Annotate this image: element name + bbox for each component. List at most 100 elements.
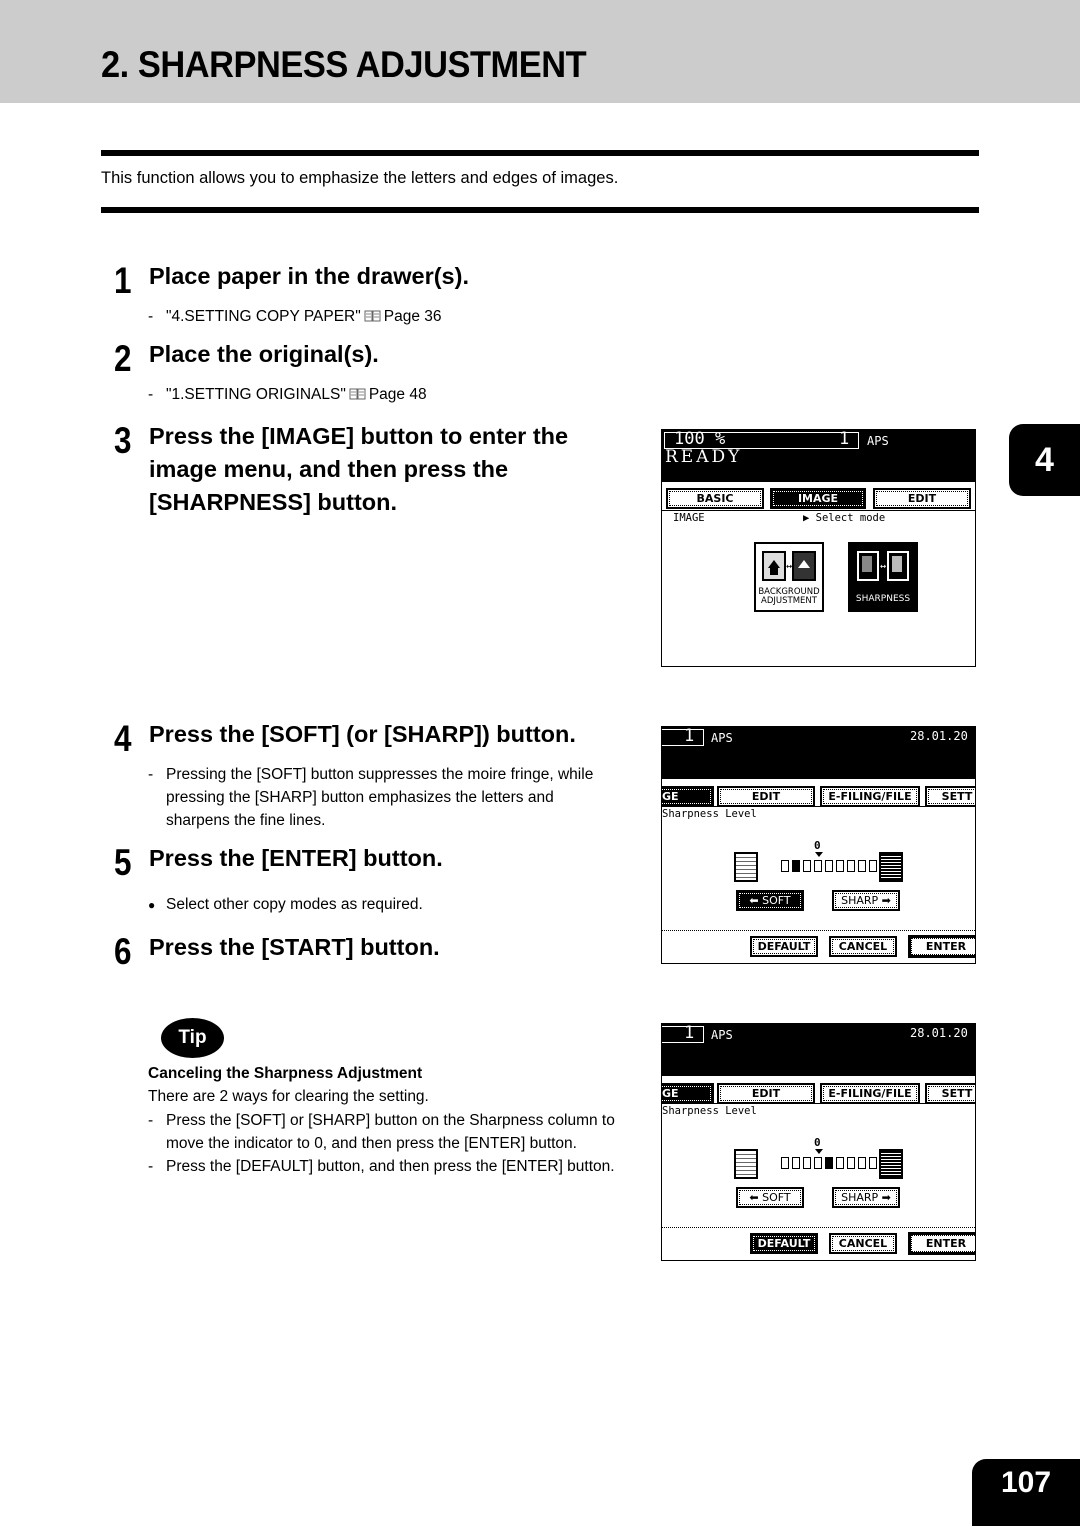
step-title-line: image menu, and then press the <box>149 456 509 482</box>
screen-image-menu: 100 % 1 APS READY BASIC IMAGE EDIT IMAGE… <box>661 429 976 667</box>
step-title: Place paper in the drawer(s). <box>149 263 469 289</box>
center-marker-icon <box>815 1149 823 1154</box>
sharpness-level-label: Sharpness Level <box>662 1105 757 1117</box>
divider <box>662 1227 975 1228</box>
book-icon <box>364 310 381 322</box>
level-step <box>792 1157 800 1169</box>
soft-button[interactable]: ⬅ SOFT <box>736 1187 804 1208</box>
level-step <box>869 1157 877 1169</box>
enter-button[interactable]: ENTER <box>908 1232 975 1255</box>
date-display: 28.01.20 <box>910 729 968 743</box>
reference-text: "1.SETTING ORIGINALS" <box>166 386 346 403</box>
level-step <box>836 1157 844 1169</box>
tip-badge: Tip <box>161 1018 224 1058</box>
copies-box <box>662 729 704 746</box>
level-step <box>847 860 855 872</box>
tab-e-filing[interactable]: E-FILING/FILE <box>820 1083 920 1104</box>
soft-button[interactable]: ⬅ SOFT <box>736 890 804 911</box>
tab-edit[interactable]: EDIT <box>717 1083 815 1104</box>
step-number: 2 <box>114 338 132 379</box>
date-display: 28.01.20 <box>910 1026 968 1040</box>
page-number: 107 <box>972 1459 1080 1526</box>
tab-image[interactable]: GE <box>662 786 714 807</box>
level-step <box>814 860 822 872</box>
background-adjustment-icon: ↔ <box>762 551 816 581</box>
sharp-document-icon <box>879 1149 903 1179</box>
sharp-document-icon <box>879 852 903 882</box>
tab-edit[interactable]: EDIT <box>873 488 971 509</box>
tab-settings[interactable]: SETT <box>925 786 975 807</box>
copies-box <box>662 1026 704 1043</box>
step-number: 5 <box>114 842 132 883</box>
copy-count: 1 <box>684 726 695 746</box>
book-icon <box>349 388 366 400</box>
menu-hint: ▶ Select mode <box>803 512 886 524</box>
enter-button[interactable]: ENTER <box>908 935 975 958</box>
zero-label: 0 <box>814 1136 821 1149</box>
copy-count: 1 <box>839 429 850 449</box>
svg-text:↔: ↔ <box>786 561 792 572</box>
page-link[interactable]: Page 36 <box>384 308 442 325</box>
level-step <box>814 1157 822 1169</box>
soft-document-icon <box>734 852 758 882</box>
center-marker-icon <box>815 852 823 857</box>
step-title: Press the [SOFT] (or [SHARP]) button. <box>149 721 576 747</box>
soft-document-icon <box>734 1149 758 1179</box>
screen-sharpness-soft: 1 APS 28.01.20 GE EDIT E-FILING/FILE SET… <box>661 726 976 964</box>
sharpness-button[interactable]: ↔ SHARPNESS <box>848 542 918 612</box>
level-step <box>858 860 866 872</box>
tab-edit[interactable]: EDIT <box>717 786 815 807</box>
step-title: Press the [START] button. <box>149 934 440 960</box>
status-text: READY <box>665 447 743 467</box>
level-step <box>825 860 833 872</box>
level-step <box>836 860 844 872</box>
svg-text:↔: ↔ <box>880 561 886 572</box>
step-title: Press the [ENTER] button. <box>149 845 443 871</box>
level-step <box>781 860 789 872</box>
level-step <box>869 860 877 872</box>
header-band: 2. SHARPNESS ADJUSTMENT <box>0 0 1080 103</box>
paper-size: APS <box>711 731 733 745</box>
sharp-button[interactable]: SHARP ➡ <box>832 890 900 911</box>
tab-basic[interactable]: BASIC <box>666 488 764 509</box>
page-link[interactable]: Page 48 <box>369 386 427 403</box>
step-title-line: Press the [IMAGE] button to enter the <box>149 423 569 449</box>
sharpness-icon: ↔ <box>857 551 909 581</box>
step-title: Place the original(s). <box>149 341 379 367</box>
sharpness-level-label: Sharpness Level <box>662 808 757 820</box>
step-number: 4 <box>114 718 132 759</box>
level-step <box>803 860 811 872</box>
level-step <box>803 1157 811 1169</box>
paper-size: APS <box>867 434 889 448</box>
step-number: 1 <box>114 260 132 301</box>
tab-e-filing[interactable]: E-FILING/FILE <box>820 786 920 807</box>
step-number: 6 <box>114 931 132 972</box>
tab-image[interactable]: IMAGE <box>770 488 866 509</box>
background-adjustment-button[interactable]: ↔ BACKGROUND ADJUSTMENT <box>754 542 824 612</box>
chapter-tab: 4 <box>1009 424 1080 496</box>
step-title-line: [SHARPNESS] button. <box>149 489 398 515</box>
reference-text: "4.SETTING COPY PAPER" <box>166 308 361 325</box>
screen-sharpness-default: 1 APS 28.01.20 GE EDIT E-FILING/FILE SET… <box>661 1023 976 1261</box>
default-button[interactable]: DEFAULT <box>750 936 818 957</box>
cancel-button[interactable]: CANCEL <box>829 1233 897 1254</box>
cancel-button[interactable]: CANCEL <box>829 936 897 957</box>
tip-title: Canceling the Sharpness Adjustment <box>148 1065 423 1082</box>
level-step <box>781 1157 789 1169</box>
copy-count: 1 <box>684 1023 695 1043</box>
intro-text: This function allows you to emphasize th… <box>101 169 619 187</box>
bottom-rule <box>101 207 979 213</box>
tab-settings[interactable]: SETT <box>925 1083 975 1104</box>
level-step <box>825 1157 833 1169</box>
menu-crumb: IMAGE <box>673 512 705 524</box>
tab-image[interactable]: GE <box>662 1083 714 1104</box>
sharp-button[interactable]: SHARP ➡ <box>832 1187 900 1208</box>
paper-size: APS <box>711 1028 733 1042</box>
divider <box>662 930 975 931</box>
default-button[interactable]: DEFAULT <box>750 1233 818 1254</box>
page-title: 2. SHARPNESS ADJUSTMENT <box>101 44 587 85</box>
level-step <box>792 860 800 872</box>
level-step <box>847 1157 855 1169</box>
level-step <box>858 1157 866 1169</box>
sharpness-label: SHARPNESS <box>855 594 911 604</box>
